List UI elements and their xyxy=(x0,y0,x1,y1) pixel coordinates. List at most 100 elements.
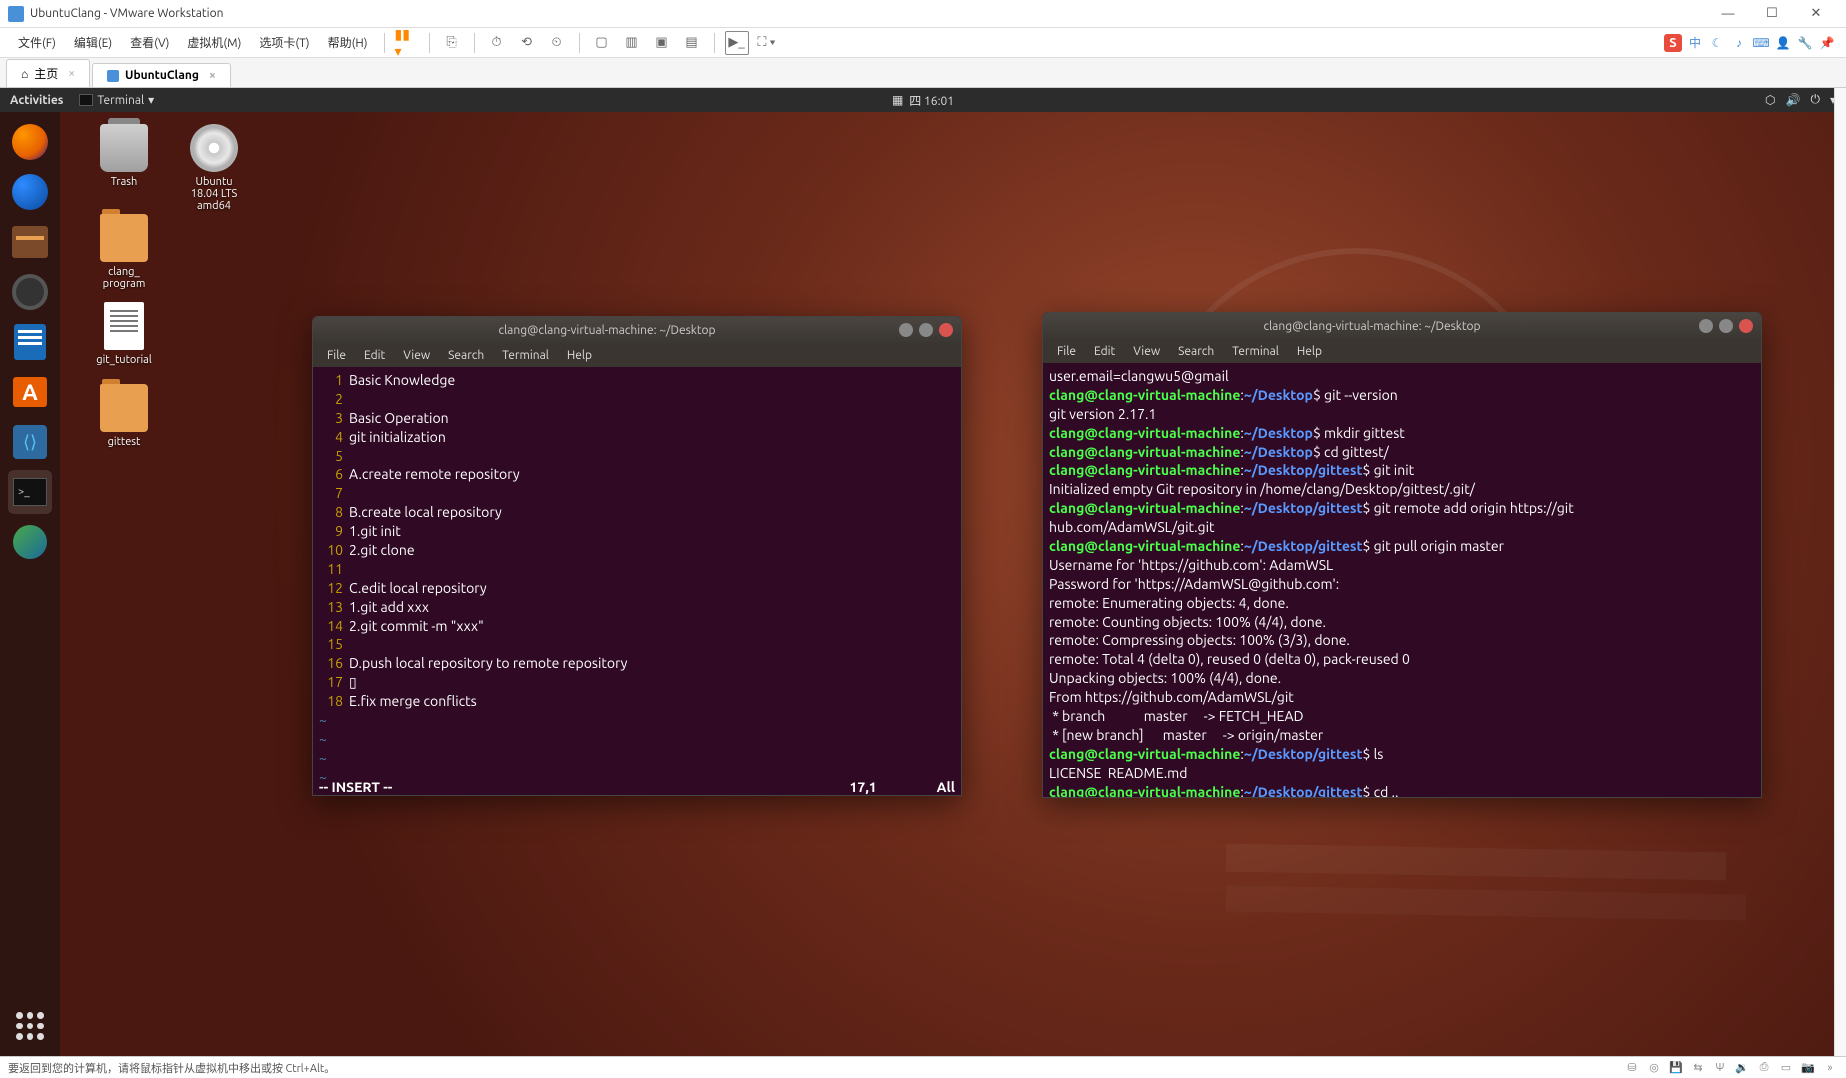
terminal-window-vim[interactable]: clang@clang-virtual-machine: ~/Desktop F… xyxy=(312,316,962,796)
chevron-icon[interactable]: » xyxy=(1822,1060,1838,1076)
desktop-icon-git-tutorial[interactable]: git_tutorial xyxy=(84,302,164,366)
dock-vscode[interactable]: ⟨⟩ xyxy=(8,420,52,464)
minimize-window-button[interactable] xyxy=(1699,319,1713,333)
close-button[interactable]: ✕ xyxy=(1794,0,1838,28)
vmware-titlebar: UbuntuClang - VMware Workstation — ☐ ✕ xyxy=(0,0,1846,28)
snapshot-button[interactable]: ⏱ xyxy=(485,31,509,55)
device-usb-icon[interactable]: Ψ xyxy=(1712,1060,1728,1076)
vm-device-icons: ⛁ ◎ 💾 ⇆ Ψ 🔉 ⎙ ▭ 📷 » xyxy=(1624,1060,1838,1076)
clock[interactable]: ▦ 四 16:01 xyxy=(892,92,954,109)
separator xyxy=(429,33,430,53)
folder-icon xyxy=(100,384,148,432)
device-sound-icon[interactable]: 🔉 xyxy=(1734,1060,1750,1076)
music-icon[interactable]: ♪ xyxy=(1730,34,1748,52)
vim-mode: -- INSERT -- xyxy=(319,779,392,795)
view-split-button[interactable]: ▥ xyxy=(620,31,644,55)
menu-view[interactable]: 查看(V) xyxy=(122,30,177,55)
send-ctrl-alt-del-button[interactable]: ⎘ xyxy=(440,31,464,55)
wallpaper-bar xyxy=(1226,885,1746,920)
close-tab-icon[interactable]: × xyxy=(68,67,75,80)
desktop-icon-dvd[interactable]: Ubuntu 18.04 LTS amd64 xyxy=(174,124,254,212)
ime-lang-icon[interactable]: 中 xyxy=(1686,34,1704,52)
dock-writer[interactable] xyxy=(8,320,52,364)
terminal-titlebar[interactable]: clang@clang-virtual-machine: ~/Desktop xyxy=(1043,313,1761,339)
desktop-icon-trash[interactable]: Trash xyxy=(84,124,164,188)
minimize-window-button[interactable] xyxy=(899,323,913,337)
guest-desktop[interactable]: Activities Terminal ▾ ▦ 四 16:01 ⬡ 🔊 ⏻ ▾ … xyxy=(0,88,1846,1056)
term-menu-view[interactable]: View xyxy=(1125,343,1168,360)
term-menu-search[interactable]: Search xyxy=(440,347,492,364)
term-menu-help[interactable]: Help xyxy=(559,347,600,364)
night-mode-icon[interactable]: ☾ xyxy=(1708,34,1726,52)
maximize-window-button[interactable] xyxy=(1719,319,1733,333)
terminal-menubar: File Edit View Search Terminal Help xyxy=(1043,339,1761,363)
view-unity-button[interactable]: ▣ xyxy=(650,31,674,55)
activities-button[interactable]: Activities xyxy=(10,94,63,107)
device-camera-icon[interactable]: 📷 xyxy=(1800,1060,1816,1076)
term-menu-view[interactable]: View xyxy=(395,347,438,364)
files-icon xyxy=(12,226,48,258)
device-display-icon[interactable]: ▭ xyxy=(1778,1060,1794,1076)
dock-thunderbird[interactable] xyxy=(8,170,52,214)
device-hdd-icon[interactable]: ⛁ xyxy=(1624,1060,1640,1076)
term-menu-edit[interactable]: Edit xyxy=(356,347,393,364)
close-window-button[interactable] xyxy=(1739,319,1753,333)
device-network-icon[interactable]: ⇆ xyxy=(1690,1060,1706,1076)
view-single-button[interactable]: ▢ xyxy=(590,31,614,55)
dock-terminal[interactable]: >_ xyxy=(8,470,52,514)
desktop-icon-clang-program[interactable]: clang_ program xyxy=(84,214,164,290)
device-floppy-icon[interactable]: 💾 xyxy=(1668,1060,1684,1076)
term-menu-file[interactable]: File xyxy=(1049,343,1084,360)
status-area[interactable]: ⬡ 🔊 ⏻ ▾ xyxy=(1765,93,1836,107)
keyboard-icon[interactable]: ⌨ xyxy=(1752,34,1770,52)
terminal-window-git[interactable]: clang@clang-virtual-machine: ~/Desktop F… xyxy=(1042,312,1762,798)
host-tray: S 中 ☾ ♪ ⌨ 👤 🔧 📌 xyxy=(1664,34,1836,52)
term-menu-search[interactable]: Search xyxy=(1170,343,1222,360)
dock-software[interactable] xyxy=(8,370,52,414)
terminal-content[interactable]: user.email=clangwu5@gmail clang@clang-vi… xyxy=(1043,363,1761,798)
term-menu-help[interactable]: Help xyxy=(1289,343,1330,360)
view-console-button[interactable]: ▤ xyxy=(680,31,704,55)
sogou-ime-icon[interactable]: S xyxy=(1664,34,1682,52)
pin-icon[interactable]: 📌 xyxy=(1818,34,1836,52)
terminal-title: clang@clang-virtual-machine: ~/Desktop xyxy=(321,324,893,337)
terminal-content[interactable]: 1Basic Knowledge 2 3Basic Operation 4git… xyxy=(313,367,961,796)
tool-icon[interactable]: 🔧 xyxy=(1796,34,1814,52)
close-tab-icon[interactable]: × xyxy=(209,69,216,82)
stretch-button[interactable]: ⛶ ▾ xyxy=(755,31,779,55)
term-menu-terminal[interactable]: Terminal xyxy=(1224,343,1287,360)
minimize-button[interactable]: — xyxy=(1706,0,1750,28)
menu-edit[interactable]: 编辑(E) xyxy=(66,30,120,55)
dock-anyconnect[interactable] xyxy=(8,520,52,564)
tab-home-label: 主页 xyxy=(34,65,58,82)
show-applications-button[interactable] xyxy=(12,1008,48,1044)
revert-snapshot-button[interactable]: ⟲ xyxy=(515,31,539,55)
menu-file[interactable]: 文件(F) xyxy=(10,30,64,55)
home-icon: ⌂ xyxy=(21,67,28,81)
term-menu-terminal[interactable]: Terminal xyxy=(494,347,557,364)
dock-disks[interactable] xyxy=(8,270,52,314)
dock-firefox[interactable] xyxy=(8,120,52,164)
maximize-button[interactable]: ☐ xyxy=(1750,0,1794,28)
tab-vm[interactable]: UbuntuClang × xyxy=(92,63,231,87)
person-icon[interactable]: 👤 xyxy=(1774,34,1792,52)
thunderbird-icon xyxy=(12,174,48,210)
terminal-titlebar[interactable]: clang@clang-virtual-machine: ~/Desktop xyxy=(313,317,961,343)
enter-fullscreen-button[interactable]: ▶_ xyxy=(725,31,749,55)
tab-home[interactable]: ⌂ 主页 × xyxy=(6,59,90,87)
term-menu-edit[interactable]: Edit xyxy=(1086,343,1123,360)
desktop-icon-gittest[interactable]: gittest xyxy=(84,384,164,448)
snapshot-manager-button[interactable]: ⏲ xyxy=(545,31,569,55)
pause-vm-button[interactable]: ▮▮ ▾ xyxy=(395,31,419,55)
menu-vm[interactable]: 虚拟机(M) xyxy=(179,30,249,55)
close-window-button[interactable] xyxy=(939,323,953,337)
vmware-menubar: 文件(F) 编辑(E) 查看(V) 虚拟机(M) 选项卡(T) 帮助(H) ▮▮… xyxy=(0,28,1846,58)
menu-help[interactable]: 帮助(H) xyxy=(320,30,376,55)
dock-files[interactable] xyxy=(8,220,52,264)
maximize-window-button[interactable] xyxy=(919,323,933,337)
device-cd-icon[interactable]: ◎ xyxy=(1646,1060,1662,1076)
menu-tabs[interactable]: 选项卡(T) xyxy=(251,30,317,55)
term-menu-file[interactable]: File xyxy=(319,347,354,364)
device-printer-icon[interactable]: ⎙ xyxy=(1756,1060,1772,1076)
app-menu[interactable]: Terminal ▾ xyxy=(79,93,154,107)
